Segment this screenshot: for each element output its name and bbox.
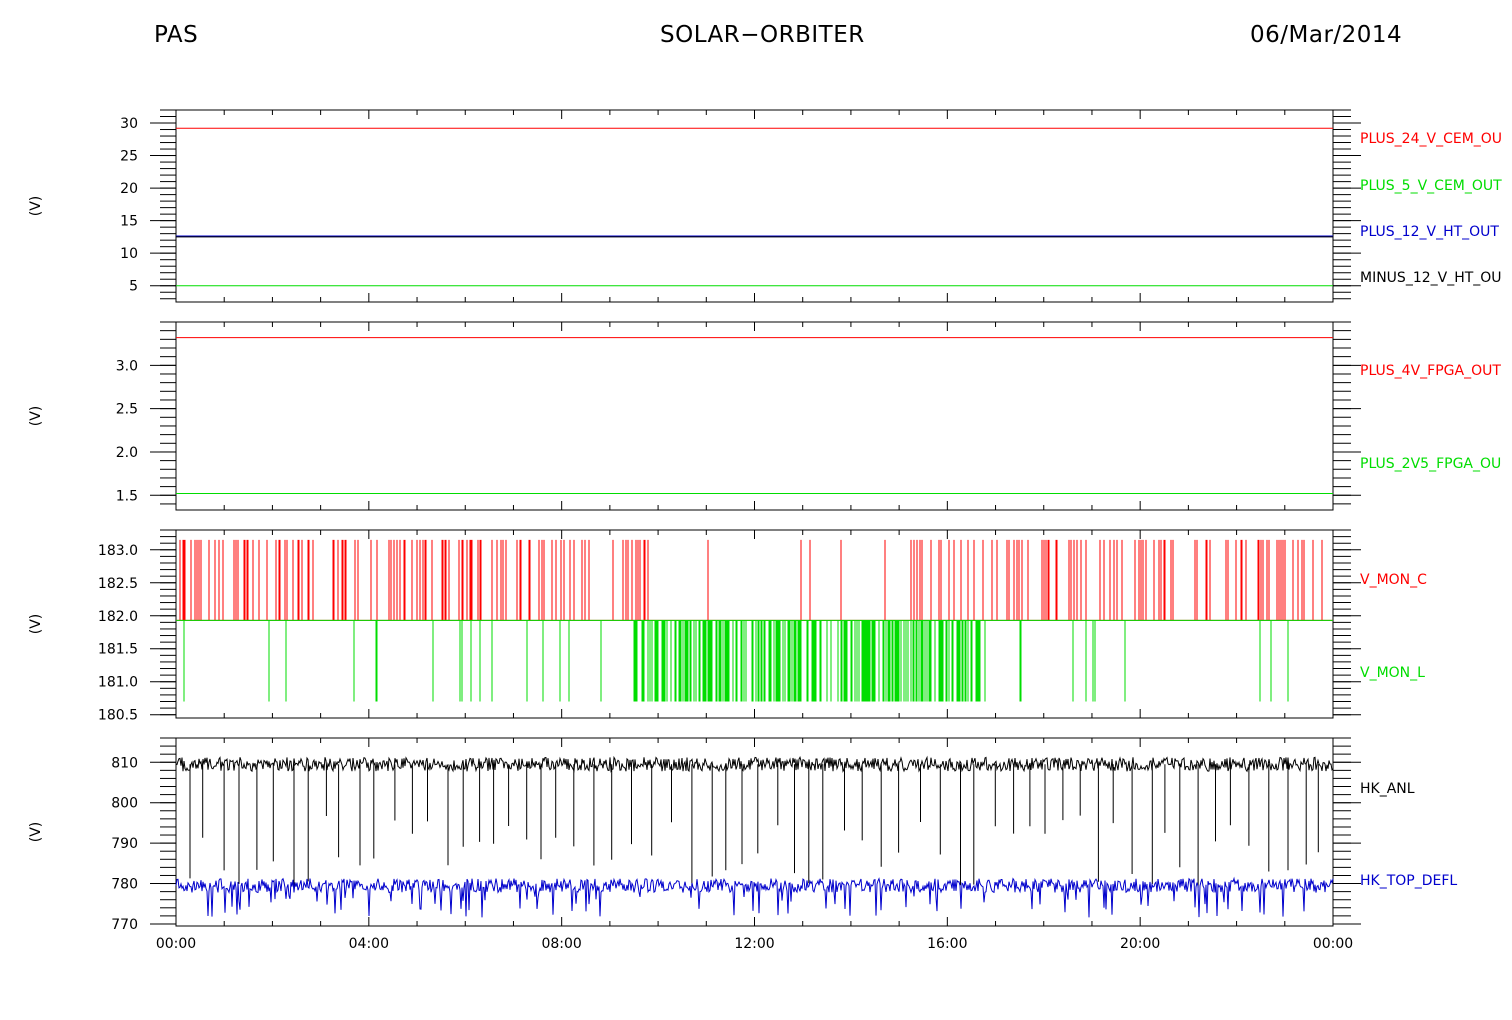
y-tick-label: 30 — [120, 116, 138, 132]
panel-2: 1.5 2.0 2.5 3.0 (V) PLUS_4V_FPGA_OUT PLUS_2V5_… — [28, 321, 1501, 511]
y-tick-label: 1.5 — [116, 488, 138, 504]
y-tick-label: 790 — [111, 836, 138, 852]
y-tick-label: 2.5 — [116, 402, 138, 418]
x-tick-label: 12:00 — [734, 936, 774, 952]
legend-label: PLUS_5_V_CEM_OUT — [1360, 178, 1502, 194]
series-line-V_MON_C — [176, 539, 1333, 621]
legend-label: MINUS_12_V_HT_OU — [1360, 270, 1502, 286]
housekeeping-chart: 5 10 15 20 25 30 (V) PLUS_24_V_CEM_OU PLUS_5_V_C… — [28, 109, 1502, 952]
y-tick-label: 15 — [120, 214, 138, 230]
y-tick-label: 5 — [129, 279, 138, 295]
panel-frame — [175, 737, 1334, 927]
series-line-V_MON_L — [176, 619, 1333, 702]
y-tick-label: 182.5 — [98, 576, 138, 592]
legend-label: HK_TOP_DEFL — [1360, 873, 1457, 889]
x-tick-label: 04:00 — [349, 936, 389, 952]
legend-label: PLUS_2V5_FPGA_OU — [1360, 456, 1501, 472]
y-tick-label: 180.5 — [98, 708, 138, 724]
y-axis-label: (V) — [28, 196, 44, 217]
y-tick-label: 25 — [120, 149, 138, 165]
panel-frame — [175, 109, 1334, 303]
legend-label: PLUS_12_V_HT_OUT — [1360, 224, 1499, 240]
y-tick-label: 770 — [111, 917, 138, 933]
y-axis-label: (V) — [28, 614, 44, 635]
y-tick-label: 3.0 — [116, 358, 138, 374]
legend-label: HK_ANL — [1360, 781, 1415, 797]
legend-label: PLUS_4V_FPGA_OUT — [1360, 363, 1501, 379]
x-tick-label: 08:00 — [541, 936, 581, 952]
panel-frame — [175, 321, 1334, 511]
x-tick-label: 00:00 — [1313, 936, 1353, 952]
y-tick-label: 10 — [120, 246, 138, 262]
y-tick-label: 181.0 — [98, 675, 138, 691]
y-tick-label: 800 — [111, 796, 138, 812]
y-tick-label: 780 — [111, 877, 138, 893]
series-line-HK_TOP_DEFL — [175, 876, 1334, 918]
legend-label: V_MON_L — [1360, 665, 1425, 681]
x-tick-label: 20:00 — [1120, 936, 1160, 952]
y-tick-label: 20 — [120, 181, 138, 197]
legend-label: V_MON_C — [1360, 572, 1427, 588]
x-tick-label: 00:00 — [156, 936, 196, 952]
y-axis-label: (V) — [28, 822, 44, 843]
y-tick-label: 810 — [111, 755, 138, 771]
panel-1: 5 10 15 20 25 30 (V) PLUS_24_V_CEM_OU PLUS_5_V_C… — [28, 109, 1502, 303]
x-tick-label: 16:00 — [927, 936, 967, 952]
y-tick-label: 183.0 — [98, 543, 138, 559]
y-tick-label: 2.0 — [116, 445, 138, 461]
panel-4: 770 780 790 800 810 (V) HK_ANL HK_TOP_DEFL — [28, 737, 1457, 933]
series-line-HK_ANL — [175, 755, 1334, 888]
legend-label: PLUS_24_V_CEM_OU — [1360, 131, 1502, 147]
y-tick-label: 181.5 — [98, 642, 138, 658]
y-axis-label: (V) — [28, 406, 44, 427]
y-tick-label: 182.0 — [98, 609, 138, 625]
panel-3: 180.5 181.0 181.5 182.0 182.5 183.0 (V) V_MON_C… — [28, 529, 1427, 724]
